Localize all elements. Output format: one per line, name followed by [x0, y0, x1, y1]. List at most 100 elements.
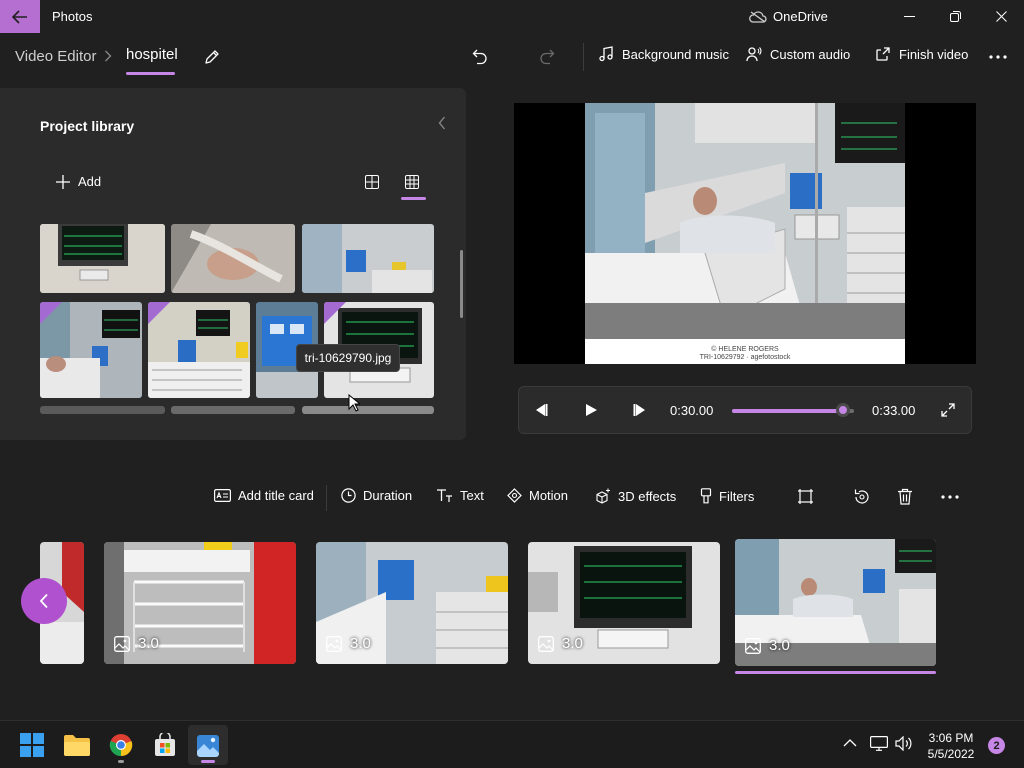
fullscreen-button[interactable]: [941, 403, 955, 417]
hand-photo-icon: [171, 224, 295, 293]
storyboard-clip[interactable]: 3.0: [528, 542, 720, 664]
rename-project-button[interactable]: [200, 45, 224, 69]
motion-icon: [507, 488, 522, 503]
watermark-line-1: © HELENE ROGERS: [711, 346, 779, 353]
large-grid-view-button[interactable]: [365, 175, 379, 189]
in-use-marker: [148, 302, 170, 324]
chrome-app[interactable]: [101, 725, 141, 765]
breadcrumb-video-editor[interactable]: Video Editor: [15, 48, 96, 65]
cursor-arrow-icon: [348, 394, 360, 412]
duration-button[interactable]: Duration: [341, 488, 412, 503]
cube-sparkle-icon: [596, 488, 610, 504]
redo-button[interactable]: [534, 44, 560, 70]
clip-info: 3.0: [326, 635, 371, 652]
seek-bar-progress: [732, 409, 843, 413]
storyboard-scroll-left-button[interactable]: [21, 578, 67, 624]
file-explorer-app[interactable]: [57, 725, 97, 765]
library-thumbnail[interactable]: [302, 224, 434, 293]
expand-icon: [941, 403, 955, 417]
play-icon: [586, 404, 597, 416]
show-hidden-icons-button[interactable]: [843, 738, 857, 747]
share-export-icon: [876, 47, 890, 61]
rotate-button[interactable]: [853, 488, 870, 505]
collapse-library-button[interactable]: [438, 116, 446, 130]
background-music-button[interactable]: Background music: [598, 46, 729, 62]
play-button[interactable]: [584, 403, 598, 417]
close-button[interactable]: [978, 0, 1024, 33]
restore-icon: [949, 11, 961, 22]
skip-forward-icon: [633, 404, 645, 416]
system-clock[interactable]: 3:06 PM 5/5/2022: [916, 730, 986, 762]
custom-audio-label: Custom audio: [770, 46, 851, 62]
image-icon: [114, 635, 130, 652]
image-icon: [326, 635, 342, 652]
previous-frame-button[interactable]: [535, 403, 549, 417]
microsoft-store-app[interactable]: [145, 725, 185, 765]
filters-button[interactable]: Filters: [700, 488, 754, 504]
storyboard-clip[interactable]: 3.0: [316, 542, 508, 664]
text-button[interactable]: Text: [436, 488, 484, 503]
photo-watermark: © HELENE ROGERS TRI-10629792 · agefotost…: [585, 346, 905, 362]
windows-logo-icon: [20, 733, 44, 757]
add-title-card-label: Add title card: [238, 488, 314, 503]
start-button[interactable]: [12, 725, 52, 765]
chevron-left-icon: [438, 116, 445, 130]
trash-icon: [898, 488, 912, 505]
skip-back-icon: [536, 404, 548, 416]
storyboard-clip-selected[interactable]: 3.0: [735, 539, 936, 666]
network-status[interactable]: [870, 736, 888, 751]
duration-label: Duration: [363, 488, 413, 503]
store-bag-icon: [155, 733, 175, 756]
onedrive-label: OneDrive: [773, 9, 828, 24]
title-card-icon: [214, 489, 231, 502]
seek-bar-thumb[interactable]: [835, 403, 850, 417]
chrome-icon: [109, 734, 133, 757]
finish-video-button[interactable]: Finish video: [875, 46, 968, 62]
filters-label: Filters: [719, 488, 755, 504]
delete-clip-button[interactable]: [897, 488, 913, 505]
restore-button[interactable]: [932, 0, 978, 33]
rotate-icon: [854, 489, 869, 504]
project-library-panel: Project library Add: [0, 88, 466, 440]
video-preview[interactable]: © HELENE ROGERS TRI-10629792 · agefotost…: [514, 103, 976, 364]
clip-duration: 3.0: [769, 637, 790, 654]
more-dots-icon: [941, 495, 959, 499]
plus-icon: [56, 174, 70, 189]
chevron-up-icon: [843, 739, 857, 747]
music-note-icon: [599, 46, 613, 62]
clip-info: 3.0: [538, 635, 583, 652]
library-thumbnail[interactable]: [40, 302, 142, 398]
add-title-card-button[interactable]: Add title card: [214, 488, 314, 503]
back-button[interactable]: [0, 0, 40, 33]
onedrive-status[interactable]: OneDrive: [749, 9, 828, 24]
folder-icon: [64, 735, 90, 756]
library-scrollbar[interactable]: [460, 250, 463, 318]
more-options-button[interactable]: [986, 45, 1010, 69]
undo-button[interactable]: [467, 44, 493, 70]
next-frame-button[interactable]: [632, 403, 646, 417]
3d-effects-button[interactable]: 3D effects: [595, 488, 676, 504]
library-thumbnail[interactable]: [40, 406, 165, 414]
motion-button[interactable]: Motion: [507, 488, 568, 503]
in-use-marker: [40, 302, 62, 324]
toolbar-separator: [326, 485, 327, 511]
library-thumbnail[interactable]: [148, 302, 250, 398]
volume-status[interactable]: [895, 736, 913, 751]
library-thumbnail[interactable]: [171, 224, 295, 293]
photos-app[interactable]: [188, 725, 228, 765]
notification-badge[interactable]: 2: [988, 737, 1005, 754]
crop-button[interactable]: [797, 488, 814, 505]
storyboard-clip[interactable]: 3.0: [104, 542, 296, 664]
library-thumbnail[interactable]: [40, 224, 165, 293]
library-thumbnail[interactable]: [302, 406, 434, 414]
close-icon: [995, 11, 1007, 22]
small-grid-view-button[interactable]: [405, 175, 419, 189]
breadcrumb-project-name[interactable]: hospitel: [126, 46, 178, 63]
minimize-button[interactable]: [886, 0, 932, 33]
storyboard-more-button[interactable]: [941, 495, 959, 499]
project-library-title: Project library: [40, 118, 135, 134]
custom-audio-button[interactable]: Custom audio: [746, 46, 850, 62]
ward-photo-icon: [302, 224, 434, 293]
library-thumbnail[interactable]: [171, 406, 295, 414]
add-media-button[interactable]: Add: [56, 174, 101, 189]
